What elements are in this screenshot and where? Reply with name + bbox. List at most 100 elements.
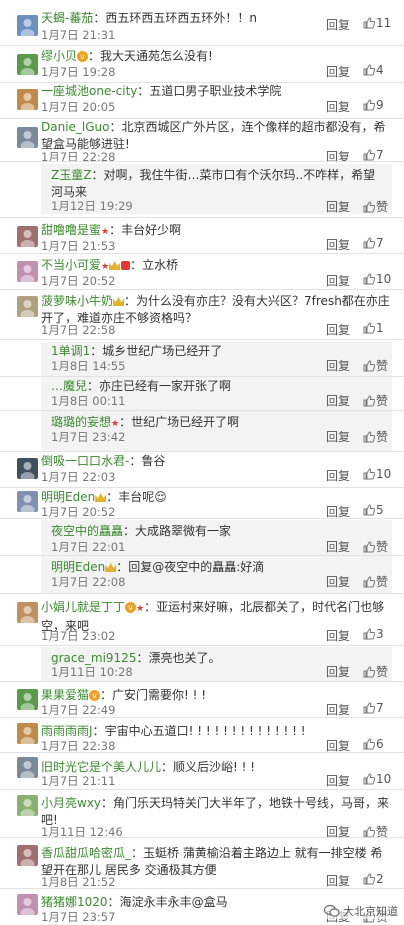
commenter-name[interactable]: 璐璐的妄想	[51, 415, 111, 429]
reply-button[interactable]: 回复	[326, 772, 350, 789]
reply-button[interactable]: 回复	[326, 701, 350, 718]
like-button[interactable]: 赞	[363, 663, 388, 680]
commenter-name[interactable]: 香瓜甜瓜哈密瓜_	[41, 846, 131, 860]
avatar[interactable]	[17, 723, 38, 744]
like-button[interactable]: 6	[363, 737, 384, 751]
commenter-name[interactable]: 旧时光它是个美人儿儿	[41, 760, 161, 774]
commenter-name[interactable]: 倒吸一口口水君-	[41, 454, 129, 468]
thumbs-up-icon	[363, 430, 375, 442]
avatar[interactable]	[17, 296, 38, 317]
like-button[interactable]: 赞	[363, 392, 388, 409]
avatar[interactable]	[17, 491, 38, 512]
commenter-name[interactable]: 小娟儿就是丁丁	[41, 600, 125, 614]
avatar[interactable]	[17, 15, 38, 36]
reply-button[interactable]: 回复	[326, 467, 350, 484]
reply-button[interactable]: 回复	[326, 428, 350, 445]
like-button[interactable]: 11	[363, 16, 391, 30]
avatar[interactable]	[17, 845, 38, 866]
comment-body: 宇宙中心五道口! ! ! ! ! ! ! ! ! ! ! ! ! !	[104, 724, 306, 738]
avatar[interactable]	[17, 602, 38, 623]
avatar[interactable]	[17, 458, 38, 479]
like-count: 10	[376, 772, 392, 786]
like-button[interactable]: 4	[363, 63, 384, 77]
reply-button[interactable]: 回复	[326, 392, 350, 409]
commenter-name[interactable]: 雨雨雨雨J	[41, 724, 93, 738]
star-badge-icon: ★	[136, 604, 145, 614]
commenter-name[interactable]: grace_mi9125	[51, 651, 136, 665]
commenter-name[interactable]: 明明Eden	[51, 560, 105, 574]
like-button[interactable]: 10	[363, 272, 391, 286]
like-button[interactable]: 赞	[363, 573, 388, 590]
reply-button[interactable]: 回复	[326, 98, 350, 115]
like-button[interactable]: 赞	[363, 428, 388, 445]
reply-button[interactable]: 回复	[326, 272, 350, 289]
comment-body: 顺义后沙峪! ! !	[173, 760, 256, 774]
like-button[interactable]: 3	[363, 627, 384, 641]
comment-time: 1月11日 10:28	[51, 665, 133, 679]
comment-item: grace_mi9125：漂亮也关了。 1月11日 10:28 回复 赞	[0, 645, 404, 681]
commenter-name[interactable]: 果果爱猫	[41, 688, 89, 702]
commenter-name[interactable]: 甜噜噜是蜜	[41, 223, 101, 237]
reply-button[interactable]: 回复	[326, 357, 350, 374]
like-button[interactable]: 1	[363, 321, 384, 335]
like-button[interactable]: 赞	[363, 357, 388, 374]
commenter-name[interactable]: 缪小贝	[41, 49, 77, 63]
like-button[interactable]: 10	[363, 467, 391, 481]
like-button[interactable]: 9	[363, 98, 384, 112]
commenter-name[interactable]: 夜空中的矗矗	[51, 524, 123, 538]
reply-button[interactable]: 回复	[326, 627, 350, 644]
avatar[interactable]	[17, 795, 38, 816]
commenter-name[interactable]: Z玉童Z	[51, 168, 91, 182]
comment-body: 丰台呢😌	[118, 490, 167, 504]
commenter-name[interactable]: 一座城池one-city	[41, 84, 137, 98]
comment-time: 1月8日 14:55	[51, 359, 126, 373]
commenter-name[interactable]: 不当小可爱	[41, 258, 101, 272]
avatar[interactable]	[17, 689, 38, 710]
thumbs-up-icon	[363, 825, 375, 837]
like-button[interactable]: 7	[363, 236, 384, 250]
commenter-name[interactable]: 1单调1	[51, 344, 90, 358]
avatar[interactable]	[17, 226, 38, 247]
reply-button[interactable]: 回复	[326, 16, 350, 33]
avatar[interactable]	[17, 261, 38, 282]
comment-time: 1月7日 21:31	[41, 28, 116, 42]
name-separator: ：	[131, 846, 144, 860]
reply-button[interactable]: 回复	[326, 663, 350, 680]
avatar[interactable]	[17, 757, 38, 778]
like-button[interactable]: 10	[363, 772, 391, 786]
commenter-name[interactable]: 明明Eden	[41, 490, 95, 504]
like-button[interactable]: 7	[363, 148, 384, 162]
name-separator: ：	[116, 560, 129, 574]
name-separator: ：	[109, 223, 122, 237]
reply-button[interactable]: 回复	[326, 198, 350, 215]
commenter-name[interactable]: 菠萝味小牛奶	[41, 294, 113, 308]
comment-item: Danie_lGuo：北京西城区广外片区，连个像样的超市都没有，希望盒马能够进驻…	[0, 118, 404, 164]
comment-body: 鲁谷	[141, 454, 166, 468]
thumbs-up-icon	[363, 702, 375, 714]
commenter-name[interactable]: 小月亮wxy	[41, 796, 101, 810]
avatar[interactable]	[17, 89, 38, 110]
comment-item: 小娟儿就是丁丁 v ★：亚运村来好嘛，北辰都关了，时代名门也够空，来吧 1月7日 23…	[0, 593, 404, 645]
comment-body: 城乡世纪广场已经开了	[102, 344, 223, 358]
like-button[interactable]: 赞	[363, 198, 388, 215]
commenter-name[interactable]: …魔兒	[51, 379, 87, 393]
reply-button[interactable]: 回复	[326, 573, 350, 590]
avatar[interactable]	[17, 54, 38, 75]
like-button[interactable]: 5	[363, 503, 384, 517]
reply-button[interactable]: 回复	[326, 236, 350, 253]
like-count: 7	[376, 236, 384, 250]
reply-button[interactable]: 回复	[326, 872, 350, 889]
reply-button[interactable]: 回复	[326, 321, 350, 338]
comment-time: 1月7日 22:08	[51, 575, 126, 589]
like-button[interactable]: 7	[363, 701, 384, 715]
reply-button[interactable]: 回复	[326, 538, 350, 555]
avatar[interactable]	[17, 127, 38, 148]
commenter-name[interactable]: 猪猪娜1020	[41, 895, 108, 909]
commenter-name[interactable]: 天蝎-蕃茄	[41, 11, 93, 25]
avatar[interactable]	[17, 894, 38, 915]
comment-body: 我大天通苑怎么没有!	[100, 49, 213, 63]
like-button[interactable]: 2	[363, 872, 384, 886]
commenter-name[interactable]: Danie_lGuo	[41, 120, 110, 134]
reply-button[interactable]: 回复	[326, 63, 350, 80]
like-button[interactable]: 赞	[363, 538, 388, 555]
